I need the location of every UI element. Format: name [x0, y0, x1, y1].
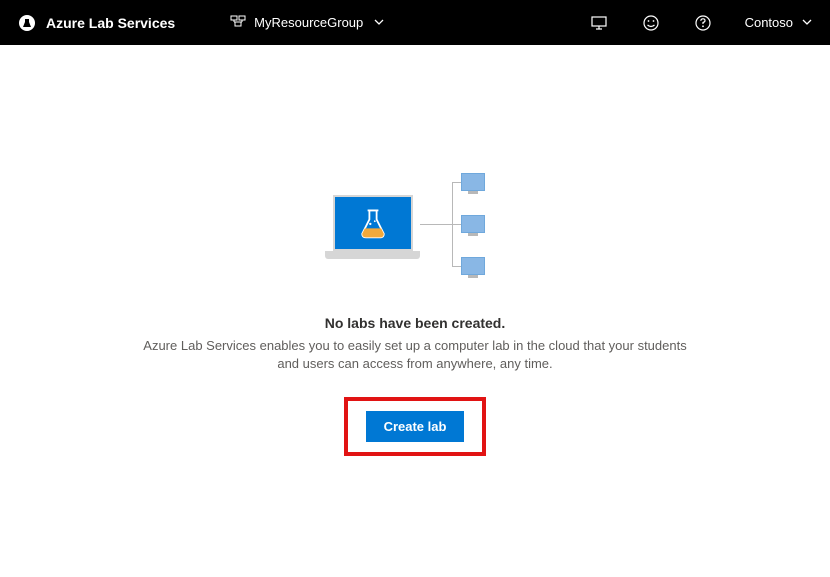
account-label: Contoso — [745, 15, 793, 30]
resource-group-icon — [230, 13, 246, 32]
account-selector[interactable]: Contoso — [745, 15, 812, 30]
topbar-right-group: Contoso — [589, 13, 812, 33]
mini-monitor-graphic — [461, 215, 485, 233]
brand-title: Azure Lab Services — [46, 15, 175, 31]
connector-line — [420, 224, 452, 225]
brand[interactable]: Azure Lab Services — [18, 14, 175, 32]
main-content: No labs have been created. Azure Lab Ser… — [0, 45, 830, 456]
monitor-icon[interactable] — [589, 13, 609, 33]
feedback-smile-icon[interactable] — [641, 13, 661, 33]
tutorial-highlight-box: Create lab — [344, 397, 487, 456]
create-lab-button[interactable]: Create lab — [366, 411, 465, 442]
empty-state-illustration — [325, 175, 505, 285]
mini-monitor-graphic — [461, 257, 485, 275]
flask-icon — [355, 205, 391, 241]
laptop-screen-graphic — [333, 195, 413, 251]
laptop-base-graphic — [325, 251, 420, 259]
resource-group-label: MyResourceGroup — [254, 15, 363, 30]
mini-monitor-graphic — [461, 173, 485, 191]
resource-group-selector[interactable]: MyResourceGroup — [230, 13, 384, 32]
top-navigation-bar: Azure Lab Services MyResourceGroup — [0, 0, 830, 45]
empty-state-description: Azure Lab Services enables you to easily… — [135, 337, 695, 373]
empty-state-title: No labs have been created. — [325, 315, 506, 331]
help-question-icon[interactable] — [693, 13, 713, 33]
azure-lab-services-logo-icon — [18, 14, 36, 32]
laptop-graphic — [325, 195, 420, 259]
chevron-down-icon — [374, 17, 384, 28]
chevron-down-icon — [802, 17, 812, 28]
